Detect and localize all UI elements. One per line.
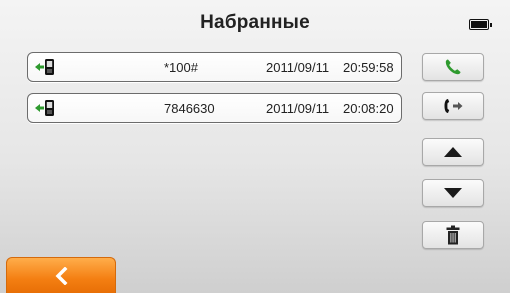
call-row[interactable]: *100# 2011/09/11 20:59:58 (27, 52, 402, 82)
outgoing-call-icon (35, 59, 54, 75)
outgoing-call-icon (35, 100, 54, 116)
phone-call-icon (445, 59, 461, 75)
call-time: 20:08:20 (343, 101, 394, 116)
back-button[interactable] (6, 257, 116, 293)
delete-button[interactable] (422, 221, 484, 249)
arrow-down-icon (444, 188, 462, 198)
scroll-down-button[interactable] (422, 179, 484, 207)
call-date: 2011/09/11 (266, 60, 330, 75)
call-time: 20:59:58 (343, 60, 394, 75)
call-number: *100# (164, 60, 198, 75)
call-button[interactable] (422, 53, 484, 81)
trash-icon (446, 225, 460, 245)
battery-full-icon (469, 19, 492, 30)
scroll-up-button[interactable] (422, 138, 484, 166)
transfer-call-icon (444, 99, 463, 113)
call-row[interactable]: 7846630 2011/09/11 20:08:20 (27, 93, 402, 123)
call-number: 7846630 (164, 101, 215, 116)
chevron-left-icon (55, 266, 68, 285)
arrow-up-icon (444, 147, 462, 157)
page-title: Набранные (200, 12, 310, 33)
transfer-call-button[interactable] (422, 92, 484, 120)
call-date: 2011/09/11 (266, 101, 330, 116)
